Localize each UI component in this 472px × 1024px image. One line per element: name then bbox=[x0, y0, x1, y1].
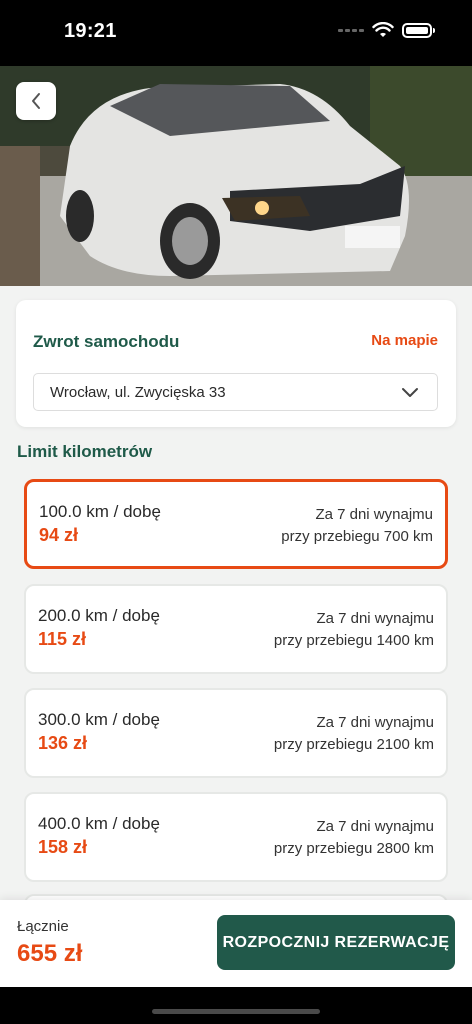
km-option-mileage: przy przebiegu 1400 km bbox=[273, 632, 434, 649]
cellular-signal-icon bbox=[338, 28, 364, 32]
km-option-label: 100.0 km / dobę bbox=[39, 502, 161, 521]
km-option-price: 158 zł bbox=[38, 837, 88, 857]
km-option-label: 300.0 km / dobę bbox=[38, 710, 160, 729]
km-option-price: 94 zł bbox=[39, 525, 79, 545]
status-icons bbox=[338, 22, 435, 38]
km-limit-title: Limit kilometrów bbox=[17, 442, 153, 461]
battery-icon bbox=[402, 22, 435, 38]
km-option-period: Za 7 dni wynajmu bbox=[316, 610, 434, 627]
main-content: Zwrot samochodu Na mapie Wrocław, ul. Zw… bbox=[0, 286, 472, 900]
car-photo bbox=[0, 66, 472, 286]
home-indicator[interactable] bbox=[152, 1009, 320, 1014]
km-option-period: Za 7 dni wynajmu bbox=[315, 506, 433, 523]
return-location-card: Zwrot samochodu Na mapie Wrocław, ul. Zw… bbox=[16, 300, 456, 427]
wifi-icon bbox=[372, 22, 394, 37]
car-photo-illustration bbox=[0, 66, 472, 286]
km-option-100[interactable]: 100.0 km / dobę 94 zł Za 7 dni wynajmu p… bbox=[24, 479, 448, 569]
total-price: 655 zł bbox=[17, 940, 83, 967]
km-option-mileage: przy przebiegu 700 km bbox=[281, 528, 433, 545]
start-reservation-button[interactable]: ROZPOCZNIJ REZERWACJĘ bbox=[217, 915, 455, 970]
status-bar: 19:21 bbox=[0, 0, 472, 66]
return-title: Zwrot samochodu bbox=[33, 332, 180, 351]
km-option-period: Za 7 dni wynajmu bbox=[316, 818, 434, 835]
km-option-label: 200.0 km / dobę bbox=[38, 606, 160, 625]
km-option-label: 400.0 km / dobę bbox=[38, 814, 160, 833]
booking-footer: Łącznie 655 zł ROZPOCZNIJ REZERWACJĘ bbox=[0, 900, 472, 987]
km-option-period: Za 7 dni wynajmu bbox=[316, 714, 434, 731]
home-indicator-area bbox=[0, 987, 472, 1024]
return-address-value: Wrocław, ul. Zwycięska 33 bbox=[50, 383, 226, 401]
return-address-select[interactable]: Wrocław, ul. Zwycięska 33 bbox=[33, 373, 438, 411]
km-option-300[interactable]: 300.0 km / dobę 136 zł Za 7 dni wynajmu … bbox=[24, 688, 448, 778]
chevron-down-icon bbox=[402, 388, 418, 397]
total-label: Łącznie bbox=[17, 918, 69, 935]
km-option-price: 115 zł bbox=[38, 629, 87, 649]
map-link[interactable]: Na mapie bbox=[371, 332, 438, 349]
km-option-200[interactable]: 200.0 km / dobę 115 zł Za 7 dni wynajmu … bbox=[24, 584, 448, 674]
km-option-mileage: przy przebiegu 2100 km bbox=[273, 736, 434, 753]
chevron-left-icon bbox=[32, 93, 40, 109]
status-time: 19:21 bbox=[64, 20, 117, 42]
km-option-mileage: przy przebiegu 2800 km bbox=[273, 840, 434, 857]
km-option-400[interactable]: 400.0 km / dobę 158 zł Za 7 dni wynajmu … bbox=[24, 792, 448, 882]
back-button[interactable] bbox=[16, 82, 56, 120]
km-option-price: 136 zł bbox=[38, 733, 88, 753]
